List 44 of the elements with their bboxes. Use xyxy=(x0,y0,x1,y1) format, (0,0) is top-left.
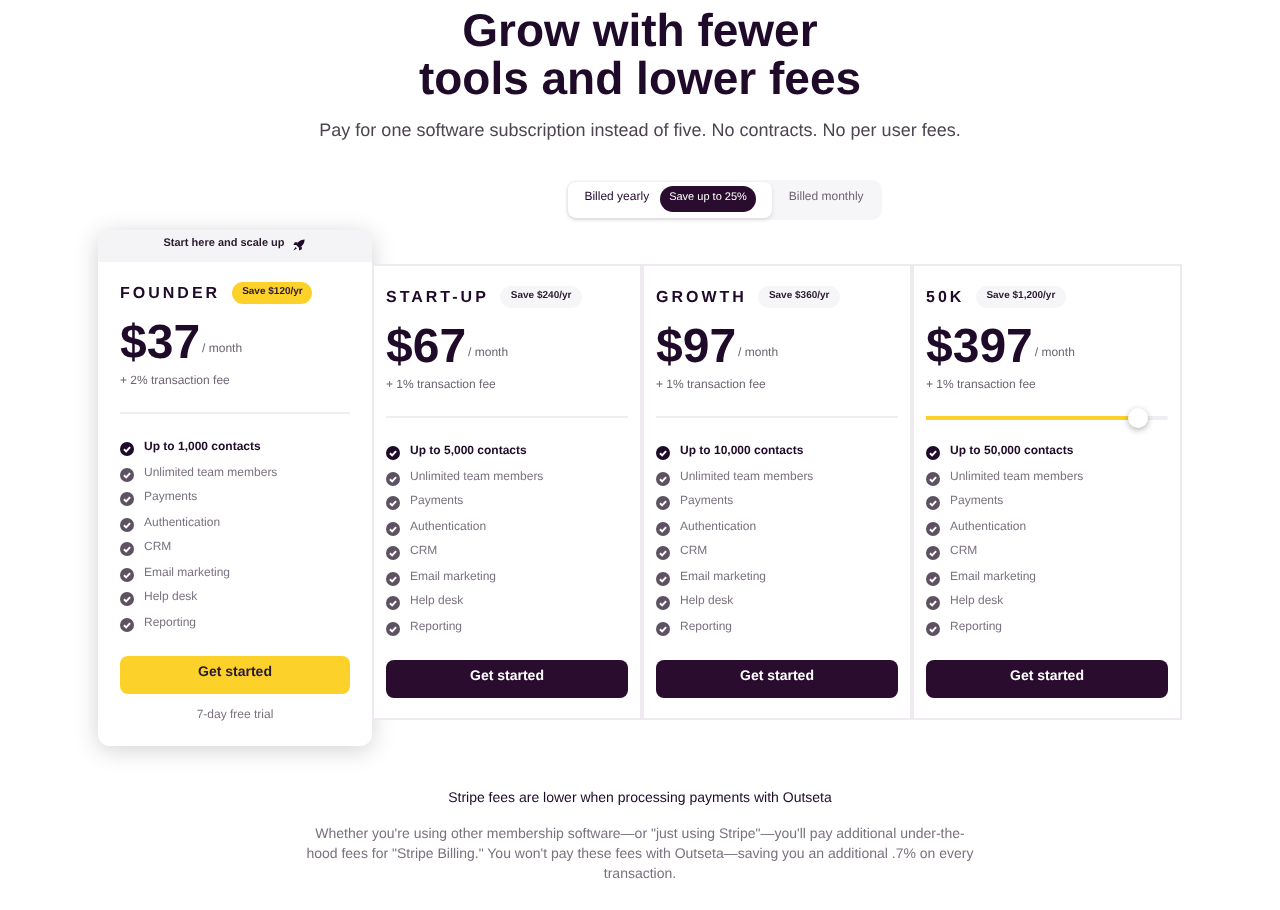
plan-name: START-UP xyxy=(386,285,489,309)
check-circle-icon xyxy=(386,571,400,585)
check-circle-icon xyxy=(656,571,670,585)
check-circle-icon xyxy=(926,571,940,585)
check-circle-icon xyxy=(120,617,134,631)
check-circle-icon xyxy=(926,621,940,635)
check-circle-icon xyxy=(926,596,940,610)
check-circle-icon xyxy=(656,546,670,560)
page-heading: Grow with fewer tools and lower fees xyxy=(418,6,862,102)
price: $67 xyxy=(386,321,467,373)
subtitle: Pay for one software subscription instead of five. No contracts. No per user fees. xyxy=(319,118,961,144)
check-circle-icon xyxy=(656,446,670,460)
check-circle-icon xyxy=(386,521,400,535)
check-circle-icon xyxy=(120,492,134,506)
check-circle-icon xyxy=(656,596,670,610)
plan-name: FOUNDER xyxy=(120,281,221,305)
check-circle-icon xyxy=(120,442,134,456)
check-circle-icon xyxy=(656,621,670,635)
check-circle-icon xyxy=(120,542,134,556)
contacts-slider[interactable] xyxy=(926,407,1168,427)
check-circle-icon xyxy=(386,471,400,485)
check-circle-icon xyxy=(926,471,940,485)
check-circle-icon xyxy=(656,471,670,485)
price: $37 xyxy=(120,317,201,369)
plan-name: GROWTH xyxy=(656,285,747,309)
check-circle-icon xyxy=(926,496,940,510)
check-circle-icon xyxy=(120,517,134,531)
check-circle-icon xyxy=(656,521,670,535)
rocket-icon xyxy=(292,238,307,252)
check-circle-icon xyxy=(386,621,400,635)
plan-name: 50K xyxy=(926,285,965,309)
check-circle-icon xyxy=(386,546,400,560)
check-circle-icon xyxy=(386,596,400,610)
check-circle-icon xyxy=(926,546,940,560)
check-circle-icon xyxy=(120,592,134,606)
check-circle-icon xyxy=(386,446,400,460)
check-circle-icon xyxy=(386,496,400,510)
check-circle-icon xyxy=(926,446,940,460)
check-circle-icon xyxy=(120,467,134,481)
check-circle-icon xyxy=(926,521,940,535)
check-circle-icon xyxy=(656,496,670,510)
price: $397 xyxy=(926,321,1033,373)
price: $97 xyxy=(656,321,737,373)
check-circle-icon xyxy=(120,567,134,581)
